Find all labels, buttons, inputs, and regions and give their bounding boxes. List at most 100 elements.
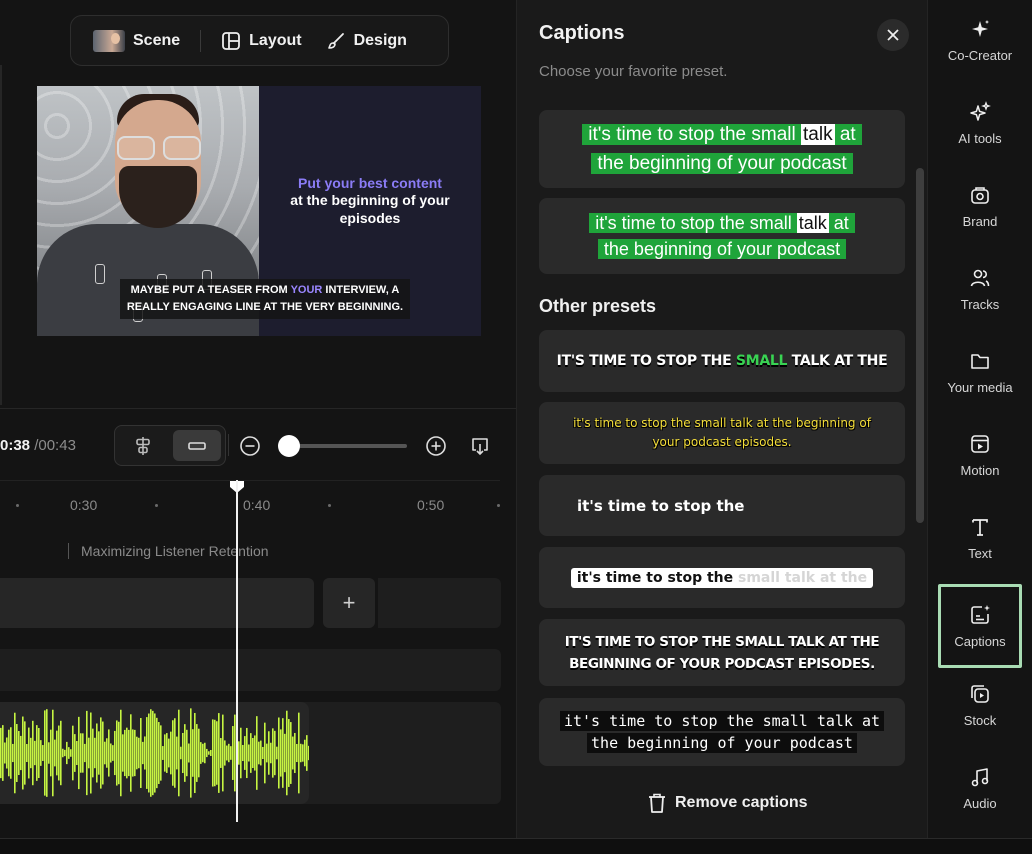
motion-icon bbox=[971, 434, 989, 453]
waveform-bar bbox=[282, 718, 284, 788]
preset-bold-uppercase[interactable]: IT'S TIME TO STOP THE SMALL TALK AT THE bbox=[539, 330, 905, 392]
tab-divider bbox=[200, 29, 202, 52]
waveform-bar bbox=[186, 729, 188, 777]
chapter-marker[interactable]: Maximizing Listener Retention bbox=[68, 543, 269, 559]
tab-scene[interactable]: Scene bbox=[81, 23, 192, 59]
highlight-word: talk bbox=[801, 124, 835, 145]
waveform-bar bbox=[54, 739, 56, 767]
waveform-bar bbox=[286, 710, 288, 796]
preset-yellow[interactable]: it's time to stop the small talk at the … bbox=[539, 402, 905, 464]
waveform-bar bbox=[2, 725, 4, 781]
waveform-bar bbox=[128, 729, 130, 777]
waveform-bar bbox=[296, 743, 298, 763]
ruler-dot bbox=[16, 504, 19, 507]
waveform-bar bbox=[192, 729, 194, 777]
waveform-bar bbox=[38, 727, 40, 779]
tool-rail: Co-Creator AI tools Brand Tracks Your me… bbox=[927, 0, 1032, 838]
zoom-in-icon[interactable] bbox=[425, 435, 447, 457]
waveform-bar bbox=[132, 729, 134, 777]
add-scene-button[interactable]: + bbox=[323, 578, 375, 628]
playhead[interactable] bbox=[236, 480, 238, 822]
rail-item-audio[interactable]: Audio bbox=[938, 748, 1022, 828]
scene-track-clip[interactable] bbox=[0, 578, 314, 628]
rail-item-motion[interactable]: Motion bbox=[938, 415, 1022, 495]
preview-line-1: it's time to stop the small talk at bbox=[589, 213, 855, 233]
waveform-bar bbox=[4, 742, 6, 764]
folder-icon bbox=[971, 353, 989, 369]
waveform-bar bbox=[278, 717, 280, 789]
rail-item-co-creator[interactable]: Co-Creator bbox=[938, 0, 1022, 80]
waveform-bar bbox=[252, 738, 254, 768]
timeline-divider bbox=[0, 408, 516, 409]
waveform-bar bbox=[104, 741, 106, 765]
rail-label: Brand bbox=[962, 213, 998, 229]
waveform-bar bbox=[176, 736, 178, 770]
waveform-bar bbox=[84, 743, 86, 763]
waveform-bar bbox=[300, 743, 302, 763]
waveform-bar bbox=[34, 740, 36, 766]
rail-item-captions[interactable]: Captions bbox=[938, 584, 1022, 668]
rail-label: Co-Creator bbox=[947, 47, 1013, 63]
export-icon[interactable] bbox=[469, 435, 491, 457]
favorite-preset-1[interactable]: it's time to stop the small talk at the b… bbox=[539, 110, 905, 188]
window-bottom-edge bbox=[0, 838, 1032, 854]
preset-boxed[interactable]: it's time to stop the small talk at the bbox=[539, 547, 905, 608]
waveform-bar bbox=[112, 745, 114, 761]
rail-item-your-media[interactable]: Your media bbox=[938, 332, 1022, 412]
overlay-track[interactable] bbox=[0, 649, 501, 691]
waveform-bar bbox=[298, 712, 300, 794]
waveform-bar bbox=[64, 749, 66, 757]
waveform-bar bbox=[66, 741, 68, 765]
preset-uppercase-two-line[interactable]: IT'S TIME TO STOP THE SMALL TALK AT THE … bbox=[539, 619, 905, 686]
audio-clip[interactable] bbox=[0, 702, 309, 804]
preset-monospace[interactable]: it's time to stop the small talk at the b… bbox=[539, 698, 905, 766]
waveform-bar bbox=[182, 732, 184, 774]
preview-text: it's time to stop the small bbox=[595, 213, 797, 233]
rail-item-ai-tools[interactable]: AI tools bbox=[938, 83, 1022, 163]
rail-item-tracks[interactable]: Tracks bbox=[938, 249, 1022, 329]
waveform-bar bbox=[228, 743, 230, 763]
waveform-bar bbox=[202, 743, 204, 763]
waveform-bar bbox=[152, 710, 154, 796]
waveform-bar bbox=[172, 720, 174, 786]
preset-preview: IT'S TIME TO STOP THE SMALL TALK AT THE bbox=[557, 353, 888, 369]
panel-scrollbar[interactable] bbox=[916, 168, 924, 523]
close-panel-button[interactable] bbox=[877, 19, 909, 51]
timeline-view-toggle bbox=[114, 425, 226, 466]
waveform-bar bbox=[140, 718, 142, 788]
waveform-bar bbox=[162, 746, 164, 760]
preset-preview: IT'S TIME TO STOP THE SMALL TALK AT THE … bbox=[564, 633, 880, 672]
remove-captions-button[interactable]: Remove captions bbox=[647, 792, 807, 814]
rail-item-brand[interactable]: Brand bbox=[938, 166, 1022, 246]
waveform-bar bbox=[284, 733, 286, 773]
panel-subtitle: Choose your favorite preset. bbox=[539, 63, 728, 80]
waveform-bar bbox=[52, 709, 54, 797]
tab-design[interactable]: Design bbox=[314, 23, 419, 59]
waveform-bar bbox=[40, 740, 42, 766]
waveform-bar bbox=[28, 727, 30, 779]
stacked-view-button[interactable] bbox=[119, 430, 167, 461]
waveform-bar bbox=[118, 721, 120, 785]
layout-icon bbox=[222, 31, 241, 50]
waveform-bar bbox=[0, 727, 2, 779]
rail-item-text[interactable]: Text bbox=[938, 498, 1022, 578]
zoom-out-icon[interactable] bbox=[239, 435, 261, 457]
scene-thumbnail bbox=[93, 29, 125, 52]
preset-plain[interactable]: it's time to stop the bbox=[539, 475, 905, 536]
zoom-slider-handle[interactable] bbox=[278, 435, 300, 457]
sparkle-icon bbox=[972, 19, 989, 37]
waveform-bar bbox=[292, 736, 294, 770]
video-preview[interactable]: Put your best content at the beginning o… bbox=[37, 86, 481, 336]
rail-label: Captions bbox=[954, 633, 1006, 649]
tab-layout[interactable]: Layout bbox=[209, 23, 313, 59]
users-icon bbox=[970, 269, 990, 286]
waveform-bar bbox=[160, 725, 162, 781]
preview-line-1: it's time to stop the small talk at bbox=[582, 124, 862, 145]
compact-view-button[interactable] bbox=[173, 430, 221, 461]
brush-icon bbox=[327, 32, 344, 49]
waveform-bar bbox=[86, 710, 88, 796]
favorite-preset-2[interactable]: it's time to stop the small talk at the b… bbox=[539, 198, 905, 274]
rail-item-stock[interactable]: Stock bbox=[938, 665, 1022, 745]
preview-text: at bbox=[828, 213, 849, 233]
zoom-slider-track[interactable] bbox=[289, 444, 407, 448]
